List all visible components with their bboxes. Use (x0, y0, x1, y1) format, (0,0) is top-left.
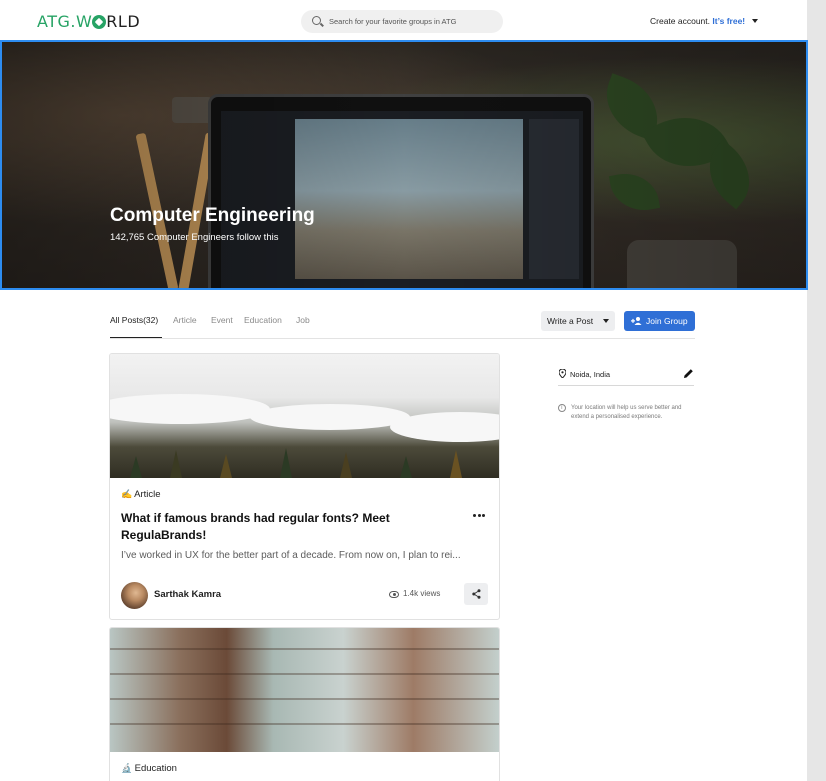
post-excerpt: I’ve worked in UX for the better part of… (121, 550, 461, 561)
dot (477, 514, 481, 517)
caret-down-icon (603, 319, 609, 323)
tree (450, 450, 462, 478)
location-value: Noida, India (570, 370, 611, 379)
post-type: ✍️ Article (121, 489, 161, 500)
search-bar[interactable] (301, 10, 503, 33)
tree (400, 456, 412, 478)
group-followers: 142,765 Computer Engineers follow this (110, 232, 279, 243)
join-group-button[interactable]: Join Group (624, 311, 695, 331)
add-user-icon (631, 317, 642, 325)
post-cover-image (110, 354, 499, 478)
tree (340, 452, 352, 478)
plank-line (110, 673, 499, 675)
tab-education[interactable]: Education (244, 315, 282, 325)
write-post-button[interactable]: Write a Post (541, 311, 615, 331)
logo-text-part2: RLD (106, 12, 141, 31)
location-pin-icon (559, 369, 566, 378)
hero-shade (2, 42, 806, 288)
edit-pencil-icon[interactable] (683, 368, 694, 379)
globe-icon (92, 15, 107, 29)
scrollbar-track[interactable] (807, 0, 826, 781)
tab-all-posts[interactable]: All Posts(32) (110, 315, 158, 325)
tabs-divider (110, 338, 695, 339)
post-type-label: Article (134, 489, 161, 500)
join-group-label: Join Group (646, 316, 688, 326)
tree (130, 456, 142, 478)
share-icon (472, 589, 481, 599)
create-account-menu[interactable]: Create account. It’s free! (650, 16, 758, 26)
search-icon (312, 16, 321, 25)
tree (280, 448, 292, 478)
free-label: It’s free! (712, 16, 746, 26)
logo-text-part1: ATG.W (37, 12, 93, 31)
fog (390, 412, 499, 442)
tab-event[interactable]: Event (211, 315, 233, 325)
fog (110, 394, 270, 424)
atg-world-logo[interactable]: ATG.W RLD (37, 12, 140, 31)
plank-line (110, 723, 499, 725)
post-cover-image (110, 628, 499, 752)
post-card[interactable]: ✍️ Article What if famous brands had reg… (109, 353, 500, 620)
create-account-label: Create account. (650, 16, 711, 26)
active-tab-indicator (110, 337, 162, 338)
top-nav: ATG.W RLD Create account. It’s free! (0, 0, 807, 42)
plank-line (110, 698, 499, 700)
tree (170, 450, 182, 478)
tab-article[interactable]: Article (173, 315, 197, 325)
post-card[interactable]: 🔬 Education (109, 627, 500, 781)
info-icon (558, 404, 566, 412)
dot (482, 514, 485, 517)
write-post-label: Write a Post (547, 316, 594, 326)
group-title: Computer Engineering (110, 205, 315, 226)
location-note: Your location will help us serve better … (571, 405, 682, 420)
microscope-icon: 🔬 (121, 763, 133, 773)
post-title[interactable]: What if famous brands had regular fonts?… (121, 510, 441, 544)
eye-icon (389, 591, 399, 598)
writing-hand-icon: ✍️ (121, 489, 133, 499)
group-hero-banner: Computer Engineering 142,765 Computer En… (0, 40, 808, 290)
fog (250, 404, 410, 430)
tab-job[interactable]: Job (296, 315, 310, 325)
author-name[interactable]: Sarthak Kamra (154, 589, 221, 600)
post-type-label: Education (134, 763, 177, 774)
share-button[interactable] (464, 583, 488, 605)
plank-line (110, 648, 499, 650)
location-field[interactable]: Noida, India (558, 368, 694, 386)
caret-down-icon (751, 19, 758, 23)
more-options-button[interactable] (473, 510, 487, 520)
post-type: 🔬 Education (121, 763, 177, 774)
tree (220, 454, 232, 478)
view-count: 1.4k views (403, 589, 441, 598)
avatar[interactable] (121, 582, 148, 609)
search-input[interactable] (329, 13, 497, 30)
dot (473, 514, 476, 517)
